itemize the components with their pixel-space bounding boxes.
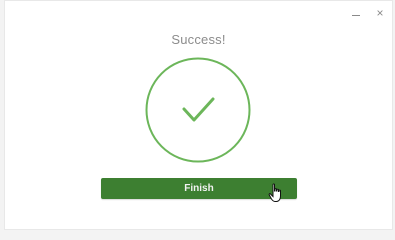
checkmark: [182, 97, 215, 122]
page-title: Success!: [171, 32, 226, 47]
minimize-icon[interactable]: [350, 6, 362, 20]
checkmark-svg: [145, 57, 251, 163]
success-circle: [145, 57, 251, 163]
window-controls: ×: [350, 6, 386, 20]
close-icon[interactable]: ×: [374, 6, 386, 20]
installer-window: × Success! Finish: [4, 0, 393, 230]
finish-button[interactable]: Finish: [101, 178, 297, 199]
checkmark-circle-icon: [145, 57, 251, 163]
